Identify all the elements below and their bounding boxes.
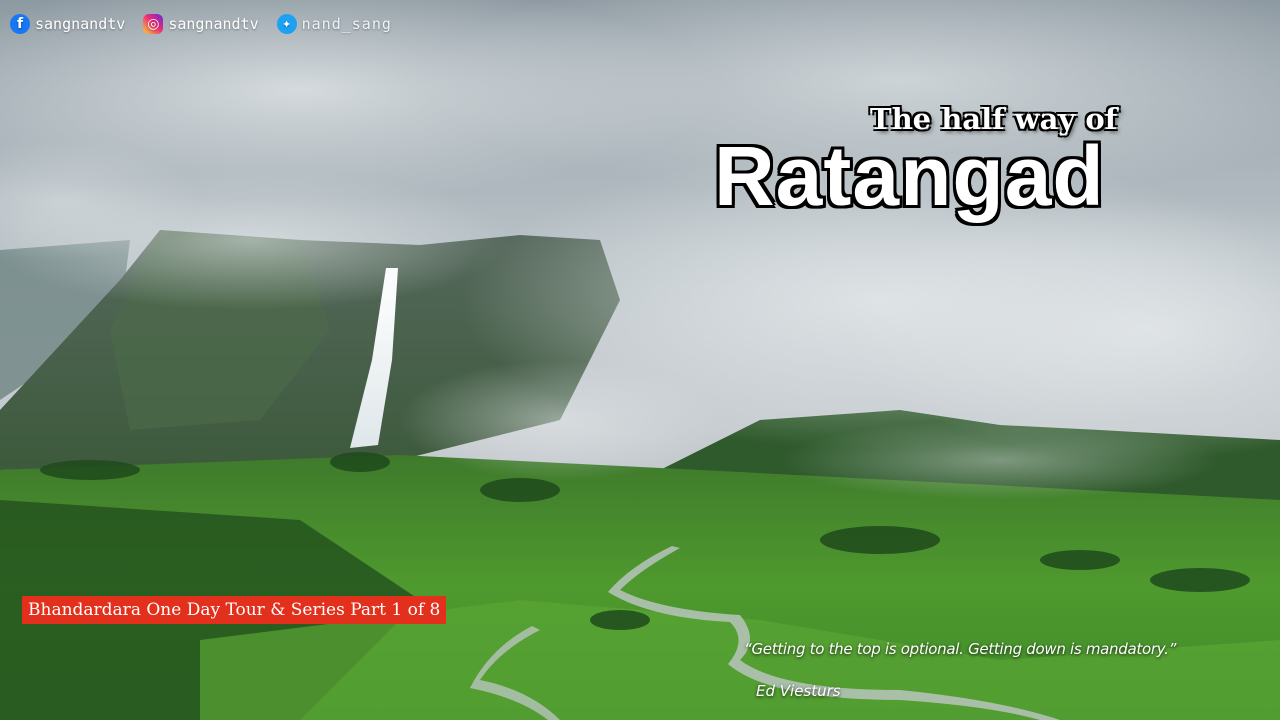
facebook-handle-text: sangnandtv xyxy=(35,15,126,33)
twitter-handle[interactable]: ✦ nand_sang xyxy=(276,14,392,34)
quote-author: Ed Viesturs xyxy=(756,682,841,700)
twitter-handle-text: nand_sang xyxy=(301,15,392,33)
social-handles-bar: f sangnandtv ◎ sangnandtv ✦ nand_sang xyxy=(10,10,392,38)
instagram-icon: ◎ xyxy=(143,14,164,34)
instagram-handle[interactable]: ◎ sangnandtv xyxy=(143,14,259,34)
facebook-icon: f xyxy=(10,14,30,34)
twitter-icon: ✦ xyxy=(276,14,297,34)
quote-text: “Getting to the top is optional. Getting… xyxy=(744,640,1177,658)
series-banner: Bhandardara One Day Tour & Series Part 1… xyxy=(22,596,447,624)
facebook-handle[interactable]: f sangnandtv xyxy=(10,14,125,34)
instagram-handle-text: sangnandtv xyxy=(168,15,259,33)
